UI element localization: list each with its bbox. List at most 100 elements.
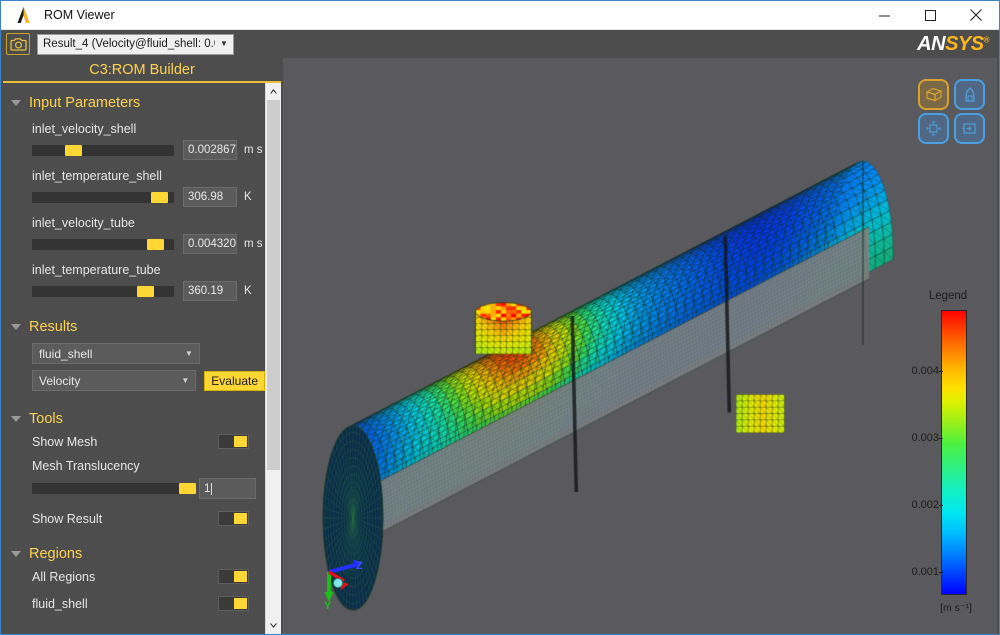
section-tools[interactable]: Tools xyxy=(3,409,265,429)
axis-label-z: Z xyxy=(356,560,363,572)
legend-tick-3: 0.001 xyxy=(895,566,939,578)
slider-inlet-temperature-shell[interactable] xyxy=(32,192,174,203)
region-row-all-regions: All Regions xyxy=(3,569,265,584)
region-select-value: fluid_shell xyxy=(39,347,179,361)
3d-viewport[interactable]: Legend 0.004 0.003 0.002 0.001 [m s⁻¹] Z xyxy=(283,58,997,634)
ansys-logo-an: AN xyxy=(917,33,945,55)
ansys-logo: ANSYS® xyxy=(917,34,989,54)
ansys-flame-icon xyxy=(8,1,38,30)
value-inlet-velocity-tube[interactable]: 0.004320( xyxy=(183,234,237,254)
unit-inlet-velocity-tube: m s xyxy=(244,238,263,250)
slider-inlet-velocity-shell[interactable] xyxy=(32,145,174,156)
window-controls xyxy=(861,1,999,30)
label-show-result: Show Result xyxy=(32,512,218,526)
minimize-button[interactable] xyxy=(861,1,907,30)
value-inlet-temperature-shell[interactable]: 306.98 xyxy=(183,187,237,207)
value-mesh-translucency[interactable]: 1 xyxy=(199,478,256,499)
panel-title: C3:ROM Builder xyxy=(3,58,281,83)
text-cursor xyxy=(211,483,212,495)
close-button[interactable] xyxy=(953,1,999,30)
panel-scrollbar[interactable] xyxy=(265,83,281,634)
param-row-inlet-temperature-shell: 306.98 K xyxy=(3,187,265,207)
mesh-translucency-text: 1 xyxy=(204,483,210,495)
legend-unit: [m s⁻¹] xyxy=(933,602,979,614)
param-label-inlet-temperature-tube: inlet_temperature_tube xyxy=(3,263,265,277)
value-inlet-velocity-shell[interactable]: 0.002867! xyxy=(183,140,237,160)
region-select-dropdown[interactable]: fluid_shell ▼ xyxy=(32,343,200,364)
camera-icon[interactable] xyxy=(6,33,30,55)
ansys-logo-sys: SYS xyxy=(945,33,984,55)
tool-row-show-mesh: Show Mesh xyxy=(3,434,265,449)
label-all-regions: All Regions xyxy=(32,570,218,584)
label-show-mesh: Show Mesh xyxy=(32,435,218,449)
collapse-triangle-icon[interactable] xyxy=(11,551,21,557)
panel-scroll-area: Input Parameters inlet_velocity_shell 0.… xyxy=(3,83,265,634)
axis-triad: Z Y xyxy=(311,554,375,616)
evaluate-button[interactable]: Evaluate xyxy=(204,371,265,391)
section-results[interactable]: Results xyxy=(3,317,265,337)
maximize-button[interactable] xyxy=(907,1,953,30)
legend: Legend 0.004 0.003 0.002 0.001 [m s⁻¹] xyxy=(893,290,989,634)
isometric-box-icon[interactable] xyxy=(918,79,949,110)
value-inlet-temperature-tube[interactable]: 360.19 xyxy=(183,281,237,301)
slider-inlet-temperature-tube[interactable] xyxy=(32,286,174,297)
param-label-inlet-temperature-shell: inlet_temperature_shell xyxy=(3,169,265,183)
section-title-results: Results xyxy=(29,319,77,335)
section-input-parameters[interactable]: Input Parameters xyxy=(3,93,265,113)
unit-inlet-temperature-tube: K xyxy=(244,285,252,297)
scroll-down-arrow-icon[interactable] xyxy=(266,617,281,634)
variable-select-value: Velocity xyxy=(39,374,175,388)
toggle-fluid-shell[interactable] xyxy=(218,596,249,611)
chevron-down-icon: ▼ xyxy=(175,377,195,385)
collapse-triangle-icon[interactable] xyxy=(11,416,21,422)
toggle-all-regions[interactable] xyxy=(218,569,249,584)
slider-inlet-velocity-tube[interactable] xyxy=(32,239,174,250)
scrollbar-track[interactable] xyxy=(266,100,281,617)
result-selector-dropdown[interactable]: Result_4 (Velocity@fluid_shell: 0.00.. ▼ xyxy=(37,34,234,55)
section-regions[interactable]: Regions xyxy=(3,544,265,564)
collapse-triangle-icon[interactable] xyxy=(11,324,21,330)
main-toolbar: Result_4 (Velocity@fluid_shell: 0.00.. ▼… xyxy=(1,30,999,58)
panel-body: Input Parameters inlet_velocity_shell 0.… xyxy=(3,83,281,634)
collapse-triangle-icon[interactable] xyxy=(11,100,21,106)
region-row-fluid-shell: fluid_shell xyxy=(3,596,265,611)
legend-bar-wrap: 0.004 0.003 0.002 0.001 xyxy=(941,310,967,595)
toggle-show-result[interactable] xyxy=(218,511,249,526)
colorbar xyxy=(941,310,967,595)
rom-builder-panel: C3:ROM Builder Input Parameters inlet_ve… xyxy=(3,58,281,634)
label-mesh-translucency: Mesh Translucency xyxy=(3,459,265,473)
unit-inlet-velocity-shell: m s xyxy=(244,144,263,156)
legend-tick-0: 0.004 xyxy=(895,365,939,377)
chevron-down-icon: ▼ xyxy=(179,350,199,358)
variable-select-dropdown[interactable]: Velocity ▼ xyxy=(32,370,196,391)
result-selector-value: Result_4 (Velocity@fluid_shell: 0.00.. xyxy=(43,38,215,50)
param-label-inlet-velocity-tube: inlet_velocity_tube xyxy=(3,216,265,230)
legend-tick-2: 0.002 xyxy=(895,499,939,511)
param-row-inlet-velocity-shell: 0.002867! m s xyxy=(3,140,265,160)
row-mesh-translucency: 1 xyxy=(3,478,265,499)
slider-mesh-translucency[interactable] xyxy=(32,483,190,494)
scroll-up-arrow-icon[interactable] xyxy=(266,83,281,100)
tool-row-show-result: Show Result xyxy=(3,511,265,526)
scrollbar-thumb[interactable] xyxy=(267,100,280,470)
ansys-logo-tm: ® xyxy=(984,35,989,44)
section-title-input-parameters: Input Parameters xyxy=(29,95,140,111)
toggle-show-mesh[interactable] xyxy=(218,434,249,449)
param-row-inlet-temperature-tube: 360.19 K xyxy=(3,281,265,301)
view-toolbar xyxy=(918,79,987,144)
title-bar: ROM Viewer xyxy=(1,1,999,30)
legend-tick-1: 0.003 xyxy=(895,432,939,444)
section-title-tools: Tools xyxy=(29,411,63,427)
zoom-box-icon[interactable] xyxy=(954,113,985,144)
section-title-regions: Regions xyxy=(29,546,82,562)
fit-shape-icon[interactable] xyxy=(954,79,985,110)
legend-title: Legend xyxy=(907,290,989,302)
unit-inlet-temperature-shell: K xyxy=(244,191,252,203)
label-fluid-shell: fluid_shell xyxy=(32,597,218,611)
heat-exchanger-model[interactable] xyxy=(283,58,997,634)
window-title: ROM Viewer xyxy=(44,8,115,22)
variable-select-row: Velocity ▼ Evaluate xyxy=(3,364,265,391)
param-row-inlet-velocity-tube: 0.004320( m s xyxy=(3,234,265,254)
rom-viewer-window: ROM Viewer Result_4 (Velocity@fluid_shel… xyxy=(0,0,1000,635)
zoom-to-fit-icon[interactable] xyxy=(918,113,949,144)
